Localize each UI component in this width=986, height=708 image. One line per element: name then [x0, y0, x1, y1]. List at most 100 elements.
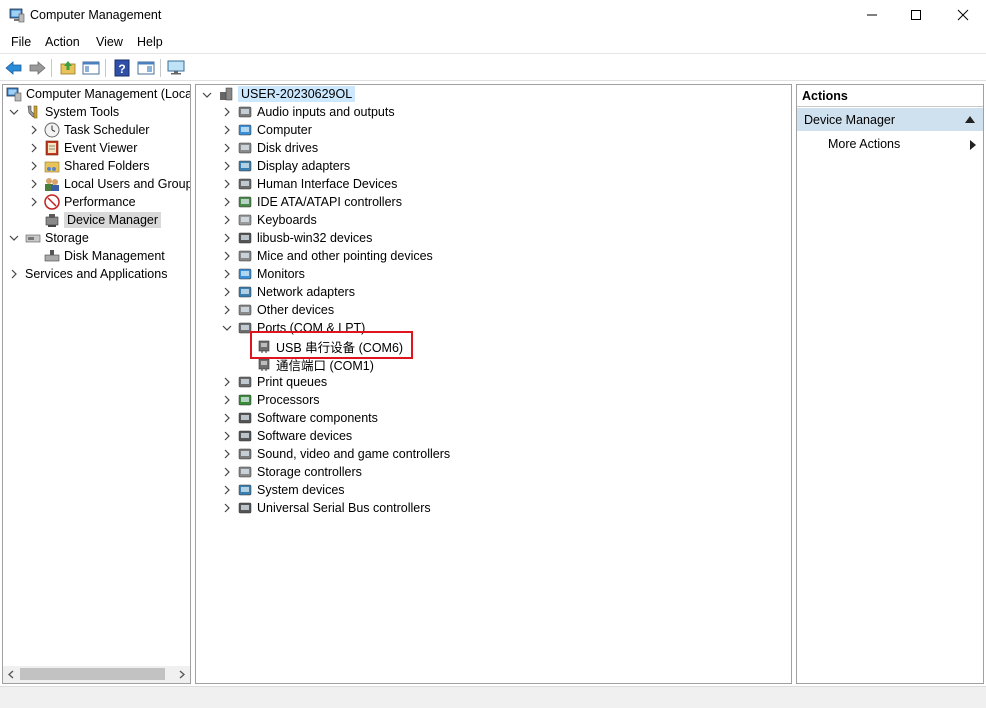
chevron-right-icon[interactable]: [222, 107, 232, 117]
device-category-monitors[interactable]: Monitors: [237, 265, 305, 283]
device-category-ide-ata-atapi-controllers[interactable]: IDE ATA/ATAPI controllers: [237, 193, 402, 211]
chevron-right-icon[interactable]: [222, 179, 232, 189]
close-button[interactable]: [940, 0, 986, 30]
chevron-right-icon[interactable]: [222, 305, 232, 315]
back-button[interactable]: [4, 58, 24, 78]
chevron-right-icon[interactable]: [222, 431, 232, 441]
chevron-right-icon[interactable]: [222, 197, 232, 207]
computer-management-icon: [6, 87, 22, 102]
chevron-right-icon[interactable]: [222, 233, 232, 243]
performance-icon: [44, 194, 60, 210]
up-folder-button[interactable]: [58, 58, 78, 78]
tree-item-services[interactable]: Services and Applications: [25, 265, 167, 283]
device-category-computer[interactable]: Computer: [237, 121, 312, 139]
device-manager-icon: [45, 214, 59, 227]
chevron-right-icon[interactable]: [222, 251, 232, 261]
tree-item-disk-management[interactable]: Disk Management: [44, 247, 165, 265]
device-category-human-interface-devices[interactable]: Human Interface Devices: [237, 175, 397, 193]
menu-action[interactable]: Action: [45, 35, 80, 49]
chevron-right-icon[interactable]: [29, 161, 39, 171]
chevron-right-icon[interactable]: [222, 485, 232, 495]
chevron-right-icon[interactable]: [29, 143, 39, 153]
device-category-sound-video-and-game-controllers[interactable]: Sound, video and game controllers: [237, 445, 450, 463]
tree-item-shared-folders[interactable]: Shared Folders: [44, 157, 149, 175]
chevron-right-icon[interactable]: [178, 670, 186, 679]
horizontal-scrollbar[interactable]: [3, 666, 190, 683]
chevron-right-icon[interactable]: [222, 215, 232, 225]
properties-icon: [137, 61, 155, 75]
device-category-mice-and-other-pointing-devices[interactable]: Mice and other pointing devices: [237, 247, 433, 265]
chevron-right-icon[interactable]: [29, 125, 39, 135]
device-category-print-queues[interactable]: Print queues: [237, 373, 327, 391]
device-category-other-devices[interactable]: Other devices: [237, 301, 334, 319]
chevron-right-icon[interactable]: [222, 269, 232, 279]
actions-section-device-manager[interactable]: Device Manager: [797, 108, 983, 131]
menu-view[interactable]: View: [96, 35, 123, 49]
tree-item-storage[interactable]: Storage: [25, 229, 89, 247]
chevron-right-icon[interactable]: [222, 503, 232, 513]
device-category-network-adapters[interactable]: Network adapters: [237, 283, 355, 301]
device-category-libusb-win32-devices[interactable]: libusb-win32 devices: [237, 229, 372, 247]
scrollbar-thumb[interactable]: [20, 668, 165, 680]
maximize-button[interactable]: [893, 0, 939, 30]
chevron-down-icon[interactable]: [9, 233, 19, 243]
chevron-right-icon[interactable]: [222, 413, 232, 423]
device-category-software-devices[interactable]: Software devices: [237, 427, 352, 445]
tree-item-event-viewer[interactable]: Event Viewer: [44, 139, 137, 157]
storage-controller-icon: [238, 466, 252, 478]
sound-icon: [238, 448, 252, 460]
chevron-right-icon[interactable]: [222, 161, 232, 171]
device-label: Monitors: [257, 267, 305, 281]
chevron-right-icon[interactable]: [222, 287, 232, 297]
device-category-system-devices[interactable]: System devices: [237, 481, 345, 499]
chevron-right-icon[interactable]: [222, 395, 232, 405]
chevron-right-icon[interactable]: [222, 125, 232, 135]
tree-item-local-users[interactable]: Local Users and Groups: [44, 175, 190, 193]
chevron-down-icon[interactable]: [222, 323, 232, 333]
menu-file[interactable]: File: [11, 35, 31, 49]
device-category-universal-serial-bus-controllers[interactable]: Universal Serial Bus controllers: [237, 499, 431, 517]
show-hide-tree-button[interactable]: [81, 58, 101, 78]
device-label: Software devices: [257, 429, 353, 443]
chevron-right-icon[interactable]: [9, 269, 19, 279]
tree-item-device-manager[interactable]: Device Manager: [44, 211, 162, 229]
more-actions-item[interactable]: More Actions: [828, 137, 900, 151]
display-adapter-icon: [238, 160, 252, 172]
users-icon: [45, 178, 59, 191]
chevron-down-icon[interactable]: [202, 90, 212, 100]
tree-item-performance[interactable]: Performance: [44, 193, 136, 211]
tree-item-system-tools[interactable]: System Tools: [25, 103, 119, 121]
device-category-keyboards[interactable]: Keyboards: [237, 211, 317, 229]
device-category-audio-inputs-and-outputs[interactable]: Audio inputs and outputs: [237, 103, 395, 121]
collapse-up-icon[interactable]: [965, 116, 975, 123]
device-tree-pane[interactable]: USER-20230629OL Audio inputs and outputs…: [195, 84, 792, 684]
device-tree-root[interactable]: USER-20230629OL: [218, 85, 356, 103]
forward-button[interactable]: [27, 58, 47, 78]
chevron-left-icon[interactable]: [7, 670, 15, 679]
device-category-disk-drives[interactable]: Disk drives: [237, 139, 318, 157]
chevron-right-icon[interactable]: [222, 467, 232, 477]
device-category-storage-controllers[interactable]: Storage controllers: [237, 463, 362, 481]
chevron-down-icon[interactable]: [9, 107, 19, 117]
submenu-arrow-icon[interactable]: [970, 140, 976, 150]
device-category-software-components[interactable]: Software components: [237, 409, 378, 427]
device-category-processors[interactable]: Processors: [237, 391, 320, 409]
device-label: Disk drives: [257, 141, 319, 155]
monitor-button[interactable]: [166, 58, 186, 78]
chevron-right-icon[interactable]: [29, 179, 39, 189]
properties-button[interactable]: [136, 58, 156, 78]
tree-item-task-scheduler[interactable]: Task Scheduler: [44, 121, 149, 139]
chevron-right-icon[interactable]: [222, 449, 232, 459]
chevron-right-icon[interactable]: [222, 143, 232, 153]
tree-label: Services and Applications: [25, 267, 168, 281]
clock-icon: [44, 122, 60, 138]
help-button[interactable]: ?: [112, 58, 132, 78]
chevron-right-icon[interactable]: [29, 197, 39, 207]
tree-item-root[interactable]: Computer Management (Local: [6, 85, 190, 103]
chevron-right-icon[interactable]: [222, 377, 232, 387]
console-tree-pane[interactable]: Computer Management (Local System Tools …: [2, 84, 191, 684]
menu-help[interactable]: Help: [137, 35, 163, 49]
minimize-button[interactable]: [849, 0, 895, 30]
device-category-display-adapters[interactable]: Display adapters: [237, 157, 350, 175]
event-viewer-icon: [45, 140, 59, 156]
